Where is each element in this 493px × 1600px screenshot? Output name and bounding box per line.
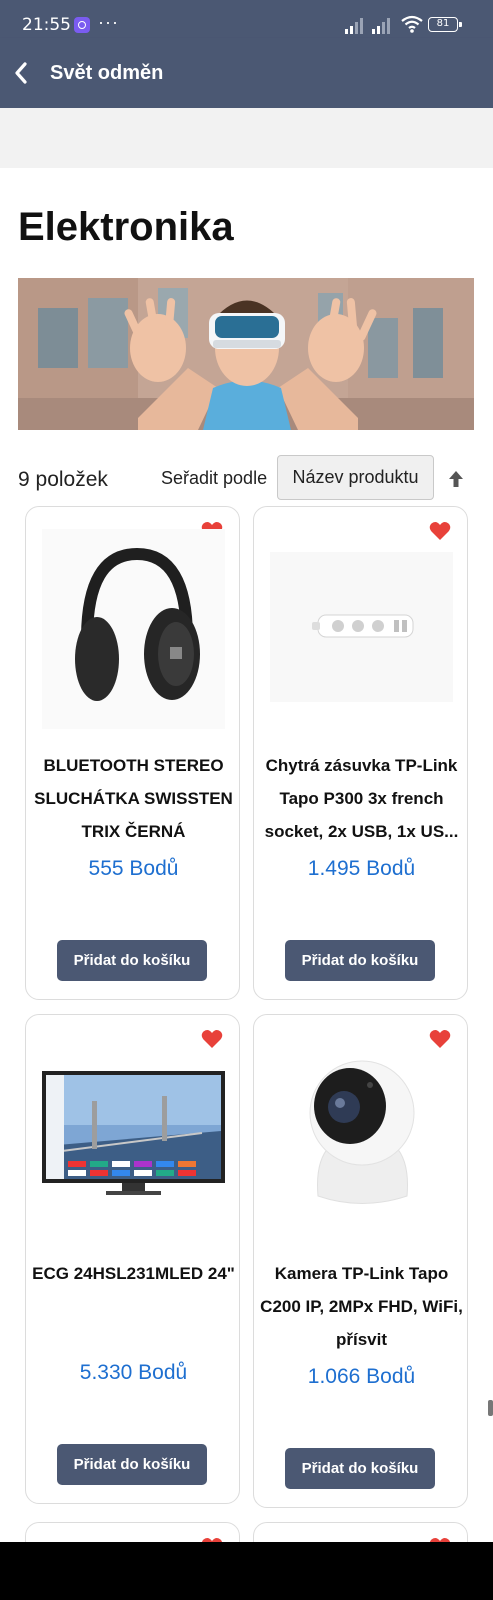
- category-title: Elektronika: [18, 205, 234, 249]
- favorite-heart-icon[interactable]: [429, 1029, 451, 1049]
- product-card[interactable]: Chytrá zásuvka TP-Link Tapo P300 3x fren…: [253, 506, 468, 1000]
- product-price: 555 Bodů: [88, 857, 179, 880]
- wifi-icon: [401, 15, 423, 33]
- product-name[interactable]: BLUETOOTH STEREO SLUCHÁTKA SWISSTEN TRIX…: [32, 749, 235, 848]
- signal-icon: [345, 18, 363, 34]
- product-image[interactable]: [270, 1051, 453, 1219]
- signal-icon-2: [372, 18, 390, 34]
- system-navigation-bar: [0, 1542, 493, 1600]
- product-name[interactable]: ECG 24HSL231MLED 24": [32, 1257, 235, 1290]
- sort-label: Seřadit podle: [161, 468, 268, 488]
- category-banner-image: [18, 278, 474, 430]
- product-image[interactable]: [270, 552, 453, 702]
- more-notifications-icon: ···: [98, 12, 119, 32]
- sort-select[interactable]: Název produktu: [277, 455, 434, 500]
- item-count: 9 položek: [18, 468, 108, 491]
- add-to-cart-button[interactable]: Přidat do košíku: [285, 1448, 435, 1489]
- add-to-cart-button[interactable]: Přidat do košíku: [285, 940, 435, 981]
- product-image[interactable]: [42, 1071, 225, 1199]
- add-to-cart-button[interactable]: Přidat do košíku: [57, 1444, 207, 1485]
- product-price: 1.066 Bodů: [307, 1365, 416, 1388]
- product-price: 1.495 Bodů: [307, 857, 416, 880]
- product-card[interactable]: ECG 24HSL231MLED 24" 5.330 Bodů Přidat d…: [25, 1014, 240, 1504]
- product-name[interactable]: Chytrá zásuvka TP-Link Tapo P300 3x fren…: [260, 749, 463, 848]
- top-spacer: [0, 108, 493, 168]
- product-price: 5.330 Bodů: [79, 1361, 188, 1384]
- status-time: 21:55: [22, 15, 71, 35]
- status-bar: 21:55 ··· 81: [0, 0, 493, 38]
- battery-icon: 81: [428, 17, 462, 32]
- viber-icon: [74, 17, 90, 33]
- scrollbar-thumb[interactable]: [488, 1400, 493, 1416]
- add-to-cart-button[interactable]: Přidat do košíku: [57, 940, 207, 981]
- product-image[interactable]: [42, 529, 225, 729]
- app-header: Svět odměn: [0, 38, 493, 108]
- back-arrow-icon[interactable]: [10, 58, 34, 88]
- product-name[interactable]: Kamera TP-Link Tapo C200 IP, 2MPx FHD, W…: [260, 1257, 463, 1356]
- product-card[interactable]: Kamera TP-Link Tapo C200 IP, 2MPx FHD, W…: [253, 1014, 468, 1508]
- product-card[interactable]: BLUETOOTH STEREO SLUCHÁTKA SWISSTEN TRIX…: [25, 506, 240, 1000]
- favorite-heart-icon[interactable]: [201, 1029, 223, 1049]
- favorite-heart-icon[interactable]: [429, 521, 451, 541]
- sort-direction-arrow-icon[interactable]: [448, 470, 464, 488]
- page-header-title: Svět odměn: [50, 62, 164, 84]
